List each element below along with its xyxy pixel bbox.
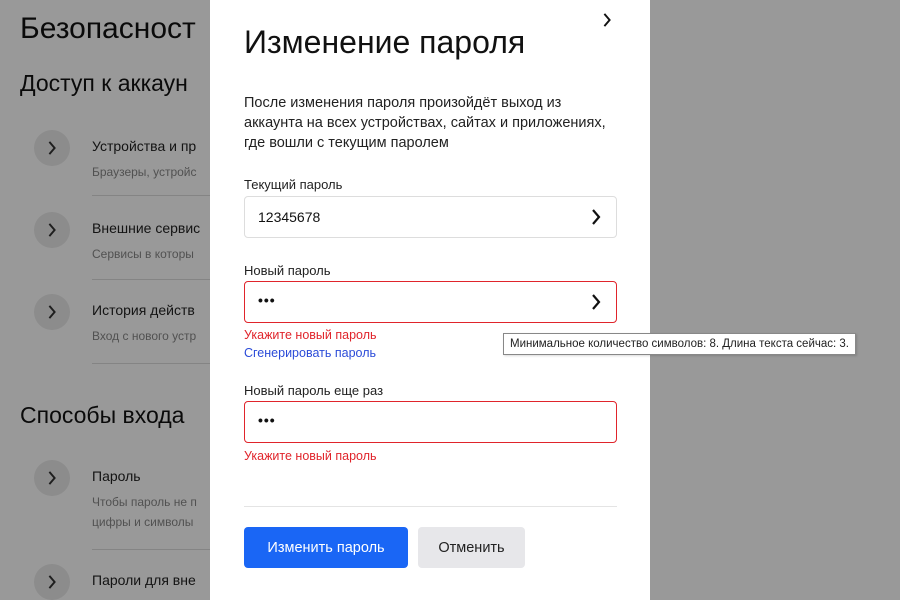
validation-tooltip: Минимальное количество символов: 8. Длин… [503,333,856,355]
generate-password-link[interactable]: Сгенерировать пароль [244,346,376,360]
new-password-label: Новый пароль [244,263,331,278]
repeat-password-label: Новый пароль еще раз [244,383,384,398]
modal-title: Изменение пароля [244,24,526,60]
new-password-error: Укажите новый пароль [244,328,377,342]
modal-description: После изменения пароля произойдёт выход … [244,95,606,151]
new-password-value: ••• [258,292,276,308]
current-password-label: Текущий пароль [244,177,343,192]
new-password-field[interactable]: ••• [244,281,617,323]
repeat-password-value: ••• [258,412,276,428]
repeat-password-field[interactable]: ••• [244,401,617,443]
close-modal-button[interactable] [595,8,619,32]
repeat-password-error: Укажите новый пароль [244,449,377,463]
divider [244,506,617,507]
chevron-right-icon [603,13,611,27]
current-password-value: 12345678 [258,209,321,225]
change-password-button[interactable]: Изменить пароль [244,527,408,568]
chevron-right-icon [592,294,601,310]
show-password-button[interactable] [586,207,606,227]
cancel-button[interactable]: Отменить [418,527,525,568]
show-password-button[interactable] [586,292,606,312]
chevron-right-icon [592,209,601,225]
change-password-modal: Изменение пароля После изменения пароля … [210,0,650,600]
current-password-field[interactable]: 12345678 [244,196,617,238]
